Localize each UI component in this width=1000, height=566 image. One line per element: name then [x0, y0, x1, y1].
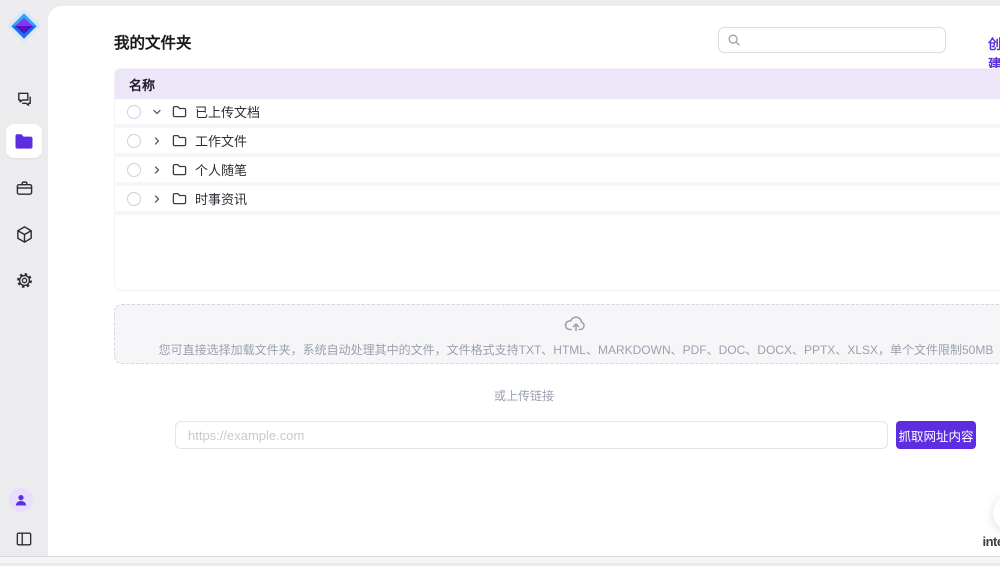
window-bottom-edge	[0, 556, 1000, 563]
gear-icon	[15, 271, 34, 290]
chevron-right-icon[interactable]	[149, 191, 165, 207]
folder-icon	[171, 162, 187, 178]
folder-name[interactable]: 已上传文档	[195, 102, 260, 121]
folder-icon	[14, 133, 34, 150]
search-icon	[727, 33, 741, 47]
search-box[interactable]	[718, 27, 946, 53]
folder-icon	[171, 133, 187, 149]
upload-dropzone[interactable]: 您可直接选择加载文件夹，系统自动处理其中的文件，文件格式支持TXT、HTML、M…	[114, 304, 1000, 364]
sidebar	[0, 0, 48, 556]
intel-wordmark: intel	[982, 534, 1000, 549]
sidebar-collapse-button[interactable]	[13, 528, 35, 550]
row-checkbox[interactable]	[127, 192, 141, 206]
sidebar-item-folders[interactable]	[6, 124, 42, 158]
url-input[interactable]	[175, 421, 888, 449]
page-title: 我的文件夹	[114, 31, 192, 53]
chevron-right-icon[interactable]	[149, 162, 165, 178]
folder-icon	[171, 191, 187, 207]
main-panel: 我的文件夹 创建文件夹 名称	[48, 6, 1000, 556]
row-checkbox[interactable]	[127, 163, 141, 177]
sidebar-item-models[interactable]	[13, 223, 35, 245]
folder-table: 名称 已上传文档 工作文件	[114, 68, 1000, 291]
folder-name[interactable]: 工作文件	[195, 131, 247, 150]
sidebar-item-chat[interactable]	[13, 88, 35, 110]
sidebar-item-settings[interactable]	[13, 269, 35, 291]
or-upload-link-label: 或上传链接	[48, 387, 1000, 404]
download-button[interactable]	[993, 495, 1000, 531]
cube-icon	[15, 225, 34, 244]
folder-name[interactable]: 个人随笔	[195, 160, 247, 179]
fetch-url-button[interactable]: 抓取网址内容	[896, 421, 976, 449]
table-row[interactable]: 个人随笔	[115, 157, 1000, 186]
table-row[interactable]: 时事资讯	[115, 186, 1000, 215]
chat-icon	[15, 90, 34, 109]
chevron-down-icon[interactable]	[149, 104, 165, 120]
row-checkbox[interactable]	[127, 105, 141, 119]
table-row[interactable]: 已上传文档	[115, 99, 1000, 128]
search-input[interactable]	[747, 33, 937, 47]
upload-description: 您可直接选择加载文件夹，系统自动处理其中的文件，文件格式支持TXT、HTML、M…	[115, 341, 1000, 358]
table-header-name: 名称	[115, 69, 1000, 99]
table-row[interactable]: 工作文件	[115, 128, 1000, 157]
briefcase-icon	[15, 179, 34, 197]
sidebar-item-workspace[interactable]	[13, 177, 35, 199]
folder-name[interactable]: 时事资讯	[195, 189, 247, 208]
folder-icon	[171, 104, 187, 120]
chevron-right-icon[interactable]	[149, 133, 165, 149]
app-logo-icon[interactable]	[5, 7, 43, 45]
user-icon	[14, 493, 28, 507]
sidebar-item-account[interactable]	[9, 488, 33, 512]
panel-icon	[15, 531, 33, 547]
cloud-upload-icon	[115, 312, 1000, 339]
row-checkbox[interactable]	[127, 134, 141, 148]
